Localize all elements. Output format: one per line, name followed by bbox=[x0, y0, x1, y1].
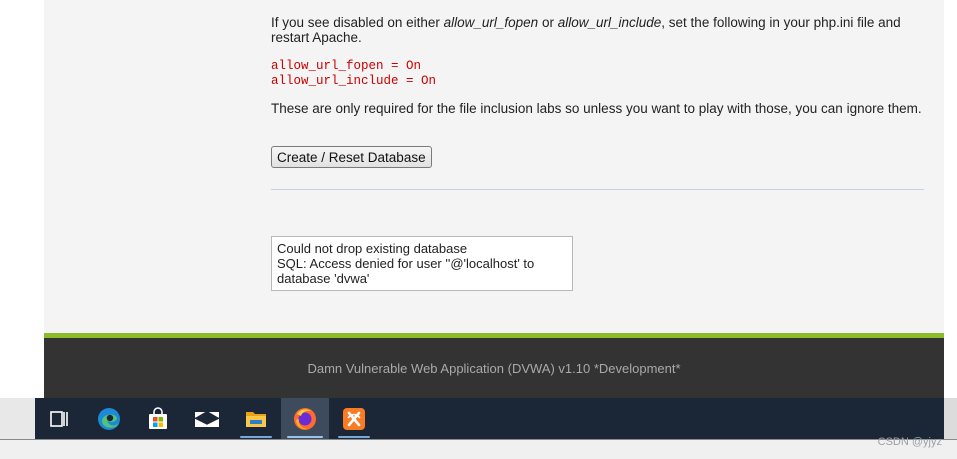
taskbar-right-edge bbox=[944, 398, 957, 439]
php-ini-code: allow_url_fopen = On allow_url_include = … bbox=[271, 59, 436, 89]
mail-icon bbox=[194, 410, 220, 427]
edge-button[interactable] bbox=[85, 398, 133, 439]
error-message-box: Could not drop existing database SQL: Ac… bbox=[271, 236, 573, 291]
code-line: allow_url_include = On bbox=[271, 74, 437, 88]
allow-url-include-term: allow_url_include bbox=[557, 15, 662, 30]
running-indicator bbox=[287, 436, 323, 438]
file-explorer-icon bbox=[246, 411, 266, 427]
taskbar-left-edge bbox=[0, 398, 35, 439]
windows-taskbar bbox=[35, 398, 944, 439]
bottom-strip bbox=[0, 439, 957, 459]
allow-url-fopen-term: allow_url_fopen bbox=[443, 15, 539, 30]
task-view-icon bbox=[50, 410, 68, 427]
mail-button[interactable] bbox=[183, 398, 231, 439]
firefox-button[interactable] bbox=[281, 398, 329, 439]
code-line: allow_url_fopen = On bbox=[271, 59, 422, 73]
page-footer: Damn Vulnerable Web Application (DVWA) v… bbox=[44, 338, 944, 398]
running-indicator bbox=[338, 436, 370, 438]
edge-icon bbox=[98, 407, 120, 430]
store-button[interactable] bbox=[134, 398, 182, 439]
error-message-line: Could not drop existing database bbox=[277, 241, 468, 256]
xampp-icon bbox=[343, 407, 365, 430]
create-reset-database-button[interactable]: Create / Reset Database bbox=[271, 146, 432, 168]
task-view-button[interactable] bbox=[35, 398, 83, 439]
intro-prefix: If you see disabled on either bbox=[271, 15, 444, 30]
firefox-icon bbox=[294, 407, 316, 430]
divider bbox=[271, 189, 924, 190]
xampp-button[interactable] bbox=[330, 398, 378, 439]
error-message-line: SQL: Access denied for user ''@'localhos… bbox=[277, 256, 535, 271]
php-ini-instructions: If you see disabled on either allow_url_… bbox=[271, 15, 926, 45]
file-explorer-button[interactable] bbox=[232, 398, 280, 439]
intro-or: or bbox=[538, 15, 558, 30]
store-icon bbox=[149, 406, 167, 429]
file-inclusion-note: These are only required for the file inc… bbox=[271, 101, 922, 116]
footer-text: Damn Vulnerable Web Application (DVWA) v… bbox=[307, 361, 681, 376]
running-indicator bbox=[240, 436, 272, 438]
watermark: CSDN @yjyz bbox=[877, 436, 942, 448]
error-message-line: database 'dvwa' bbox=[277, 271, 370, 286]
